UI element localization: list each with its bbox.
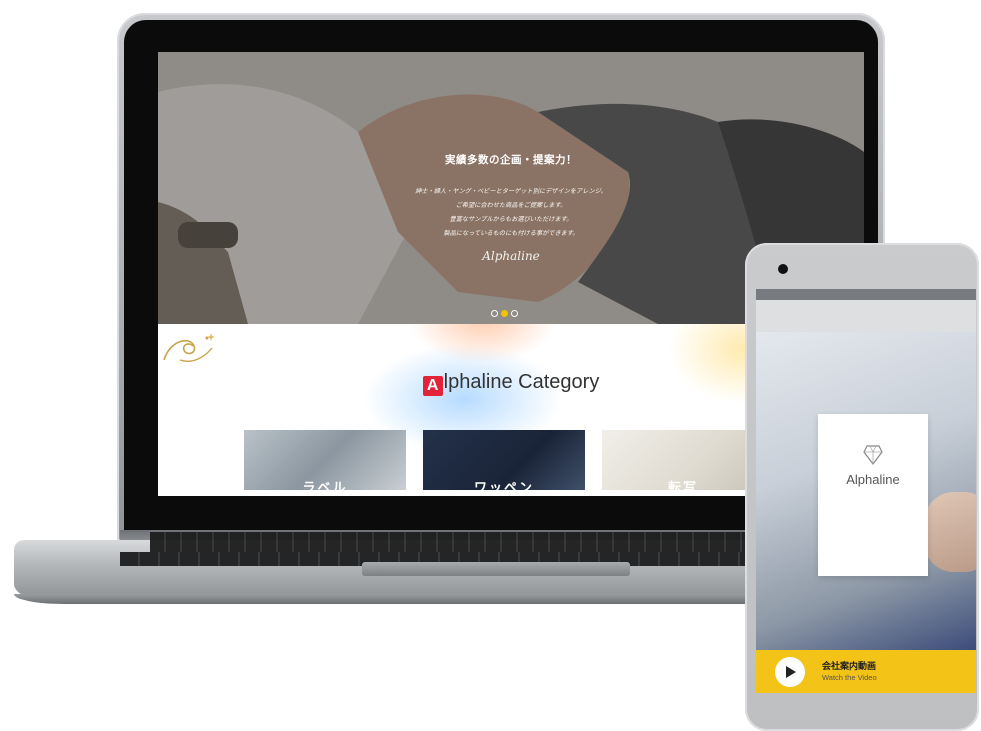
phone-screen: Alphaline 会社案内動画 Watch the Video [756, 289, 976, 693]
cta-subtitle: Watch the Video [822, 673, 877, 682]
hero-title: 実績多数の企画・提案力！ [445, 154, 577, 166]
diamond-outline-icon [863, 445, 883, 465]
slider-dots [491, 310, 518, 317]
phone-camera [778, 264, 788, 274]
slider-dot[interactable] [511, 310, 518, 317]
laptop-base-lip [14, 594, 814, 604]
hand-photo [924, 492, 976, 572]
category-card-patch[interactable]: ワッペン [423, 430, 585, 490]
laptop-trackpad [362, 562, 630, 576]
category-badge: A [422, 376, 443, 396]
category-card-title: 転写 [667, 481, 698, 490]
play-button[interactable] [775, 657, 805, 687]
slider-dot[interactable] [491, 310, 498, 317]
phone-video-area[interactable]: Alphaline [756, 332, 976, 650]
category-card-label[interactable]: ラベル [244, 430, 406, 490]
hero-line: 製品になっているものにも付ける事ができます。 [443, 230, 579, 237]
shirt-logo-text: Alphaline [846, 472, 900, 487]
hero-line: ご希望に合わせた商品をご提案します。 [455, 202, 567, 209]
laptop-keyboard [150, 532, 770, 554]
play-icon [786, 666, 796, 678]
category-title-text: lphaline Category [443, 371, 600, 393]
category-card-title: ラベル [302, 481, 348, 490]
phone-status-bar [756, 289, 976, 300]
slider-dot-active[interactable] [501, 310, 508, 317]
gold-swirl-ornament-icon [163, 333, 215, 362]
cta-title: 会社案内動画 [822, 662, 877, 672]
hero-line: 紳士・婦人・ヤング・ベビーとターゲット別にデザインをアレンジ。 [415, 188, 607, 195]
tshirt-photo: Alphaline [818, 414, 928, 576]
phone-header [756, 300, 976, 332]
watch-video-button[interactable]: 会社案内動画 Watch the Video [756, 650, 976, 693]
hero-line: 豊富なサンプルからもお選びいただけます。 [449, 216, 573, 223]
category-card-title: ワッペン [473, 481, 534, 490]
category-card-transfer[interactable]: 転写 [602, 430, 764, 490]
hero-description: 紳士・婦人・ヤング・ベビーとターゲット別にデザインをアレンジ。 ご希望に合わせた… [158, 185, 864, 241]
